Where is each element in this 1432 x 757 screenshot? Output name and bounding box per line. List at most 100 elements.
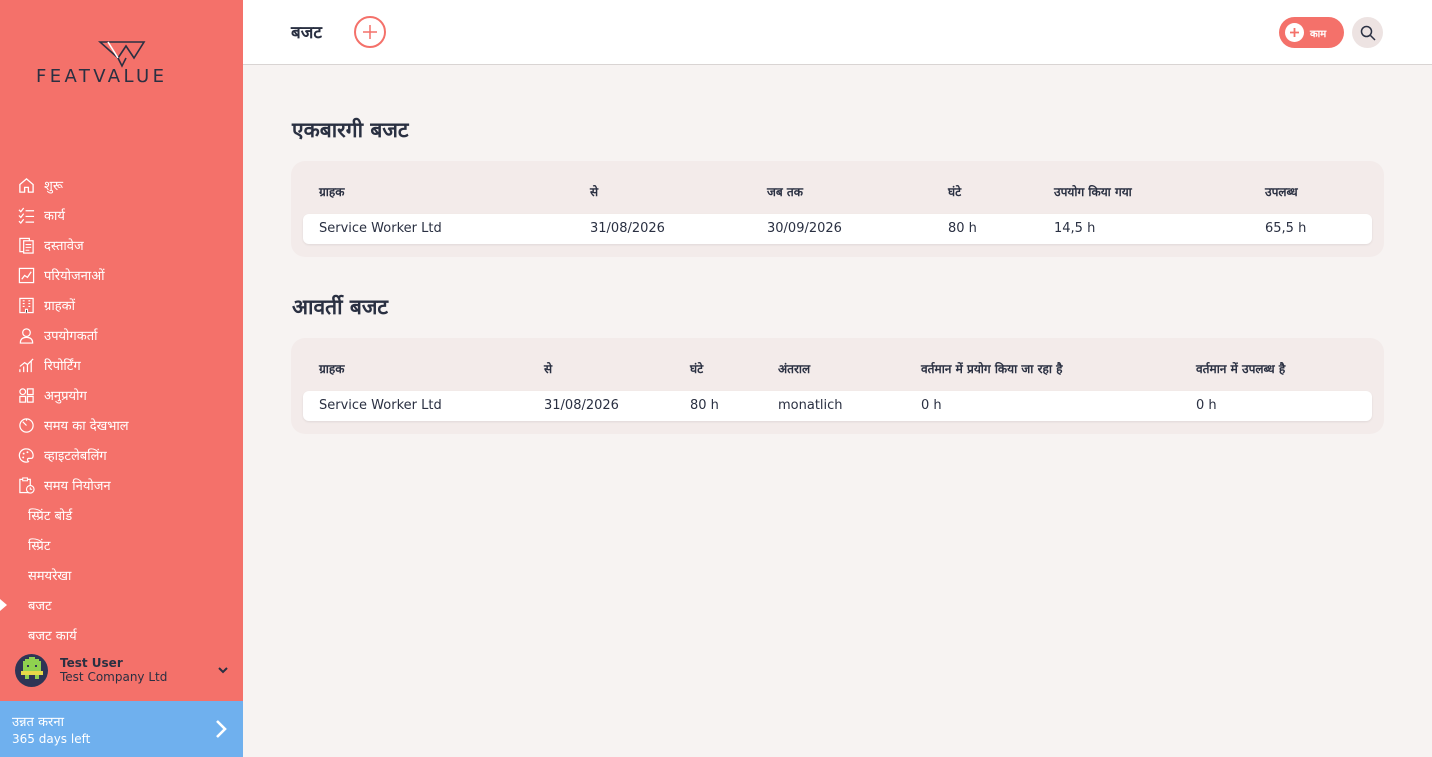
nav-item-reporting[interactable]: रिपोर्टिंग [0, 350, 243, 380]
table-header: ग्राहक से जब तक घंटे उपयोग किया गया उपलब… [291, 183, 1384, 201]
table-row[interactable]: Service Worker Ltd 31/08/2026 30/09/2026… [303, 214, 1372, 244]
user-menu[interactable]: Test User Test Company Ltd [15, 652, 230, 688]
clipboard-clock-icon [17, 476, 35, 494]
nav-label: उपयोगकर्ता [44, 329, 98, 344]
logo-text: FEATVALUE [36, 66, 168, 87]
column-header: घंटे [690, 362, 704, 376]
column-header: से [590, 185, 599, 199]
cell-customer: Service Worker Ltd [319, 398, 442, 413]
main-nav: शुरू कार्य दस्तावेज परियोजनाओं ग्राहकों [0, 170, 243, 650]
nav-item-apps[interactable]: अनुप्रयोग [0, 380, 243, 410]
subnav-item-sprint[interactable]: स्प्रिंट [0, 530, 243, 560]
nav-label: समय नियोजन [44, 479, 111, 494]
nav-item-start[interactable]: शुरू [0, 170, 243, 200]
nav-label: व्हाइटलेबलिंग [44, 449, 107, 464]
upgrade-title: उन्नत करना [12, 715, 64, 730]
subnav-label: समयरेखा [28, 569, 72, 584]
nav-label: शुरू [44, 179, 63, 194]
subnav-label: स्प्रिंट बोर्ड [28, 509, 73, 524]
palette-icon [17, 446, 35, 464]
nav-item-time-planning[interactable]: समय नियोजन [0, 470, 243, 500]
nav-label: समय का देखभाल [44, 419, 129, 434]
logo[interactable]: FEATVALUE [36, 40, 208, 90]
cell-from: 31/08/2026 [590, 221, 665, 236]
sidebar: FEATVALUE शुरू कार्य दस्तावेज परियोजनाओं [0, 0, 243, 757]
subnav-label: स्प्रिंट [28, 539, 51, 554]
home-icon [17, 176, 35, 194]
column-header: उपयोग किया गया [1054, 185, 1132, 199]
nav-label: अनुप्रयोग [44, 389, 87, 404]
cell-currently-available: 0 h [1196, 398, 1217, 413]
nav-item-whitelabeling[interactable]: व्हाइटलेबलिंग [0, 440, 243, 470]
column-header: ग्राहक [319, 362, 345, 376]
nav-item-customers[interactable]: ग्राहकों [0, 290, 243, 320]
nav-item-projects[interactable]: परियोजनाओं [0, 260, 243, 290]
nav-item-time-tracking[interactable]: समय का देखभाल [0, 410, 243, 440]
nav-label: रिपोर्टिंग [44, 359, 81, 374]
upgrade-banner[interactable]: उन्नत करना 365 days left [0, 701, 243, 757]
nav-label: ग्राहकों [44, 299, 75, 314]
search-button[interactable] [1352, 17, 1383, 48]
subnav-label: बजट [28, 599, 52, 614]
cell-currently-used: 0 h [921, 398, 942, 413]
cell-used: 14,5 h [1054, 221, 1096, 236]
timer-icon [17, 416, 35, 434]
apps-icon [17, 386, 35, 404]
table-row[interactable]: Service Worker Ltd 31/08/2026 80 h monat… [303, 391, 1372, 421]
avatar [15, 653, 48, 687]
recurring-budget-table: ग्राहक से घंटे अंतराल वर्तमान में प्रयोग… [291, 338, 1384, 434]
search-icon [1360, 25, 1376, 41]
column-header: जब तक [767, 185, 803, 199]
column-header: ग्राहक [319, 185, 345, 199]
recurring-budget-title: आवर्ती बजट [292, 295, 389, 319]
cell-customer: Service Worker Ltd [319, 221, 442, 236]
column-header: अंतराल [778, 362, 811, 376]
upgrade-days-left: 365 days left [12, 732, 91, 746]
cell-hours: 80 h [690, 398, 719, 413]
chevron-down-icon[interactable] [216, 663, 230, 677]
cell-available: 65,5 h [1265, 221, 1307, 236]
user-name: Test User [60, 656, 123, 670]
reporting-icon [17, 356, 35, 374]
add-task-label: काम [1310, 28, 1327, 40]
one-time-budget-title: एकबारगी बजट [292, 118, 409, 142]
top-header: बजट काम [243, 0, 1432, 65]
column-header: वर्तमान में प्रयोग किया जा रहा है [921, 362, 1063, 376]
subnav-item-budget-tasks[interactable]: बजट कार्य [0, 620, 243, 650]
chevron-right-icon [216, 720, 227, 738]
plus-icon [1285, 23, 1304, 42]
subnav-item-timeline[interactable]: समयरेखा [0, 560, 243, 590]
nav-item-documents[interactable]: दस्तावेज [0, 230, 243, 260]
user-company: Test Company Ltd [60, 670, 168, 684]
nav-label: दस्तावेज [44, 239, 84, 254]
nav-item-users[interactable]: उपयोगकर्ता [0, 320, 243, 350]
column-header: से [544, 362, 553, 376]
one-time-budget-table: ग्राहक से जब तक घंटे उपयोग किया गया उपलब… [291, 161, 1384, 257]
subnav-item-budget[interactable]: बजट [0, 590, 243, 620]
nav-label: कार्य [44, 209, 65, 224]
task-list-icon [17, 206, 35, 224]
table-header: ग्राहक से घंटे अंतराल वर्तमान में प्रयोग… [291, 360, 1384, 378]
project-chart-icon [17, 266, 35, 284]
plus-icon [363, 25, 377, 39]
column-header: वर्तमान में उपलब्ध है [1196, 362, 1286, 376]
user-text: Test User Test Company Ltd [60, 656, 216, 684]
column-header: घंटे [948, 185, 962, 199]
cell-from: 31/08/2026 [544, 398, 619, 413]
subnav-item-sprint-board[interactable]: स्प्रिंट बोर्ड [0, 500, 243, 530]
column-header: उपलब्ध [1265, 185, 1298, 199]
subnav-label: बजट कार्य [28, 629, 77, 644]
logo-mark-icon [98, 41, 146, 68]
add-task-button[interactable]: काम [1279, 17, 1344, 48]
user-icon [17, 326, 35, 344]
page-title: बजट [291, 23, 322, 43]
nav-item-tasks[interactable]: कार्य [0, 200, 243, 230]
nav-label: परियोजनाओं [44, 269, 105, 284]
add-budget-button[interactable] [354, 16, 386, 48]
cell-until: 30/09/2026 [767, 221, 842, 236]
cell-interval: monatlich [778, 398, 843, 413]
cell-hours: 80 h [948, 221, 977, 236]
pixel-avatar-icon [20, 657, 43, 679]
building-icon [17, 296, 35, 314]
document-icon [17, 236, 35, 254]
